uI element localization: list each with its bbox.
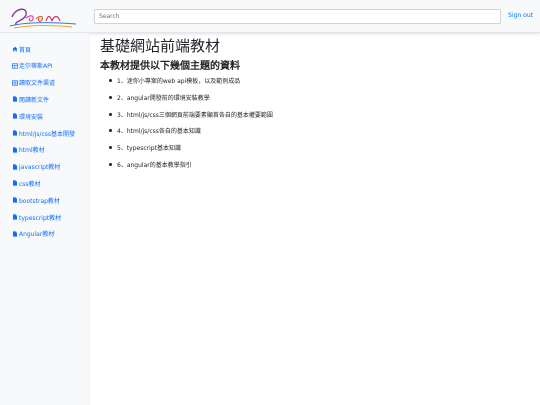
home-icon <box>12 46 18 52</box>
list-item: 3、html/js/css三個網頁前端要素顯首各自的基本權要範圍 <box>109 110 273 119</box>
sidebar-item-label: Angular教材 <box>19 231 55 239</box>
sidebar-item-label: html教材 <box>19 147 45 155</box>
sidebar-item-label: 環境安裝 <box>19 113 44 121</box>
brand-logo[interactable] <box>6 3 78 30</box>
list-item: 6、angular的基本教學指引 <box>109 160 192 169</box>
sidebar-item-7[interactable]: javascript教材 <box>12 162 60 172</box>
file-icon <box>12 197 18 203</box>
sidebar-item-label: css教材 <box>19 180 41 188</box>
sidebar-item-label: bootstrap教材 <box>19 197 60 205</box>
file-icon <box>12 96 18 102</box>
page-title: 基礎網站前端教材 <box>100 37 221 55</box>
sidebar-item-3[interactable]: 閱讀新文件 <box>12 94 49 104</box>
bullet-icon <box>109 112 112 116</box>
sidebar-item-1[interactable]: 走尔蒂斯API <box>12 61 53 71</box>
table-icon <box>12 63 18 69</box>
top-navbar: Sign out <box>0 0 540 33</box>
sidebar-item-4[interactable]: 環境安裝 <box>12 111 43 121</box>
sidebar-item-2[interactable]: 讀取文件渠道 <box>12 78 55 88</box>
file-icon <box>12 214 18 220</box>
file-icon <box>12 180 18 186</box>
search-input[interactable] <box>94 9 501 24</box>
sidebar-item-0[interactable]: 首頁 <box>12 44 31 54</box>
file-icon <box>12 163 18 170</box>
topic-text: 5、typescript基本知識 <box>117 145 181 153</box>
topic-text: 4、html/js/css各自的基本知識 <box>117 128 201 136</box>
sidebar-item-8[interactable]: css教材 <box>12 178 41 188</box>
topic-text: 2、angular開發前的環境安裝教學 <box>117 94 210 102</box>
topic-text: 6、angular的基本教學指引 <box>117 162 192 169</box>
list-item: 2、angular開發前的環境安裝教學 <box>109 93 210 102</box>
sidebar-item-label: html/js/css基本開發 <box>19 130 76 138</box>
sidebar-item-10[interactable]: typescript教材 <box>12 212 61 222</box>
sidebar-item-11[interactable]: Angular教材 <box>12 229 54 239</box>
topic-text: 3、html/js/css三個網頁前端要素顯首各自的基本權要範圍 <box>117 111 273 119</box>
file-icon <box>12 130 18 136</box>
bullet-icon <box>109 163 112 166</box>
sidebar-item-label: typescript教材 <box>19 214 62 222</box>
file-icon <box>12 231 18 237</box>
sidebar-item-5[interactable]: html/js/css基本開發 <box>12 128 75 138</box>
grid-icon <box>12 80 18 86</box>
page-subtitle: 本教材提供以下幾個主題的資料 <box>100 61 240 72</box>
topic-text: 1、迷你小專案的web api模板，以及範例成品 <box>117 78 241 85</box>
file-icon <box>12 147 18 153</box>
bullet-icon <box>109 79 112 82</box>
sidebar-item-label: javascript教材 <box>19 164 61 172</box>
bullet-icon <box>109 146 112 150</box>
bullet-icon <box>109 95 112 99</box>
sidebar-item-label: 讀取文件渠道 <box>19 80 56 88</box>
file-icon <box>12 113 18 119</box>
sidebar-item-9[interactable]: bootstrap教材 <box>12 195 60 205</box>
list-item: 5、typescript基本知識 <box>109 143 181 152</box>
list-item: 4、html/js/css各自的基本知識 <box>109 126 201 135</box>
bullet-icon <box>109 129 112 133</box>
sign-out-link[interactable]: Sign out <box>508 12 533 19</box>
list-item: 1、迷你小專案的web api模板，以及範例成品 <box>109 76 240 85</box>
sidebar-item-label: 首頁 <box>19 46 32 54</box>
sidebar-item-label: 閱讀新文件 <box>19 96 50 104</box>
sidebar-item-label: 走尔蒂斯API <box>19 63 53 71</box>
sidebar-item-6[interactable]: html教材 <box>12 145 45 155</box>
